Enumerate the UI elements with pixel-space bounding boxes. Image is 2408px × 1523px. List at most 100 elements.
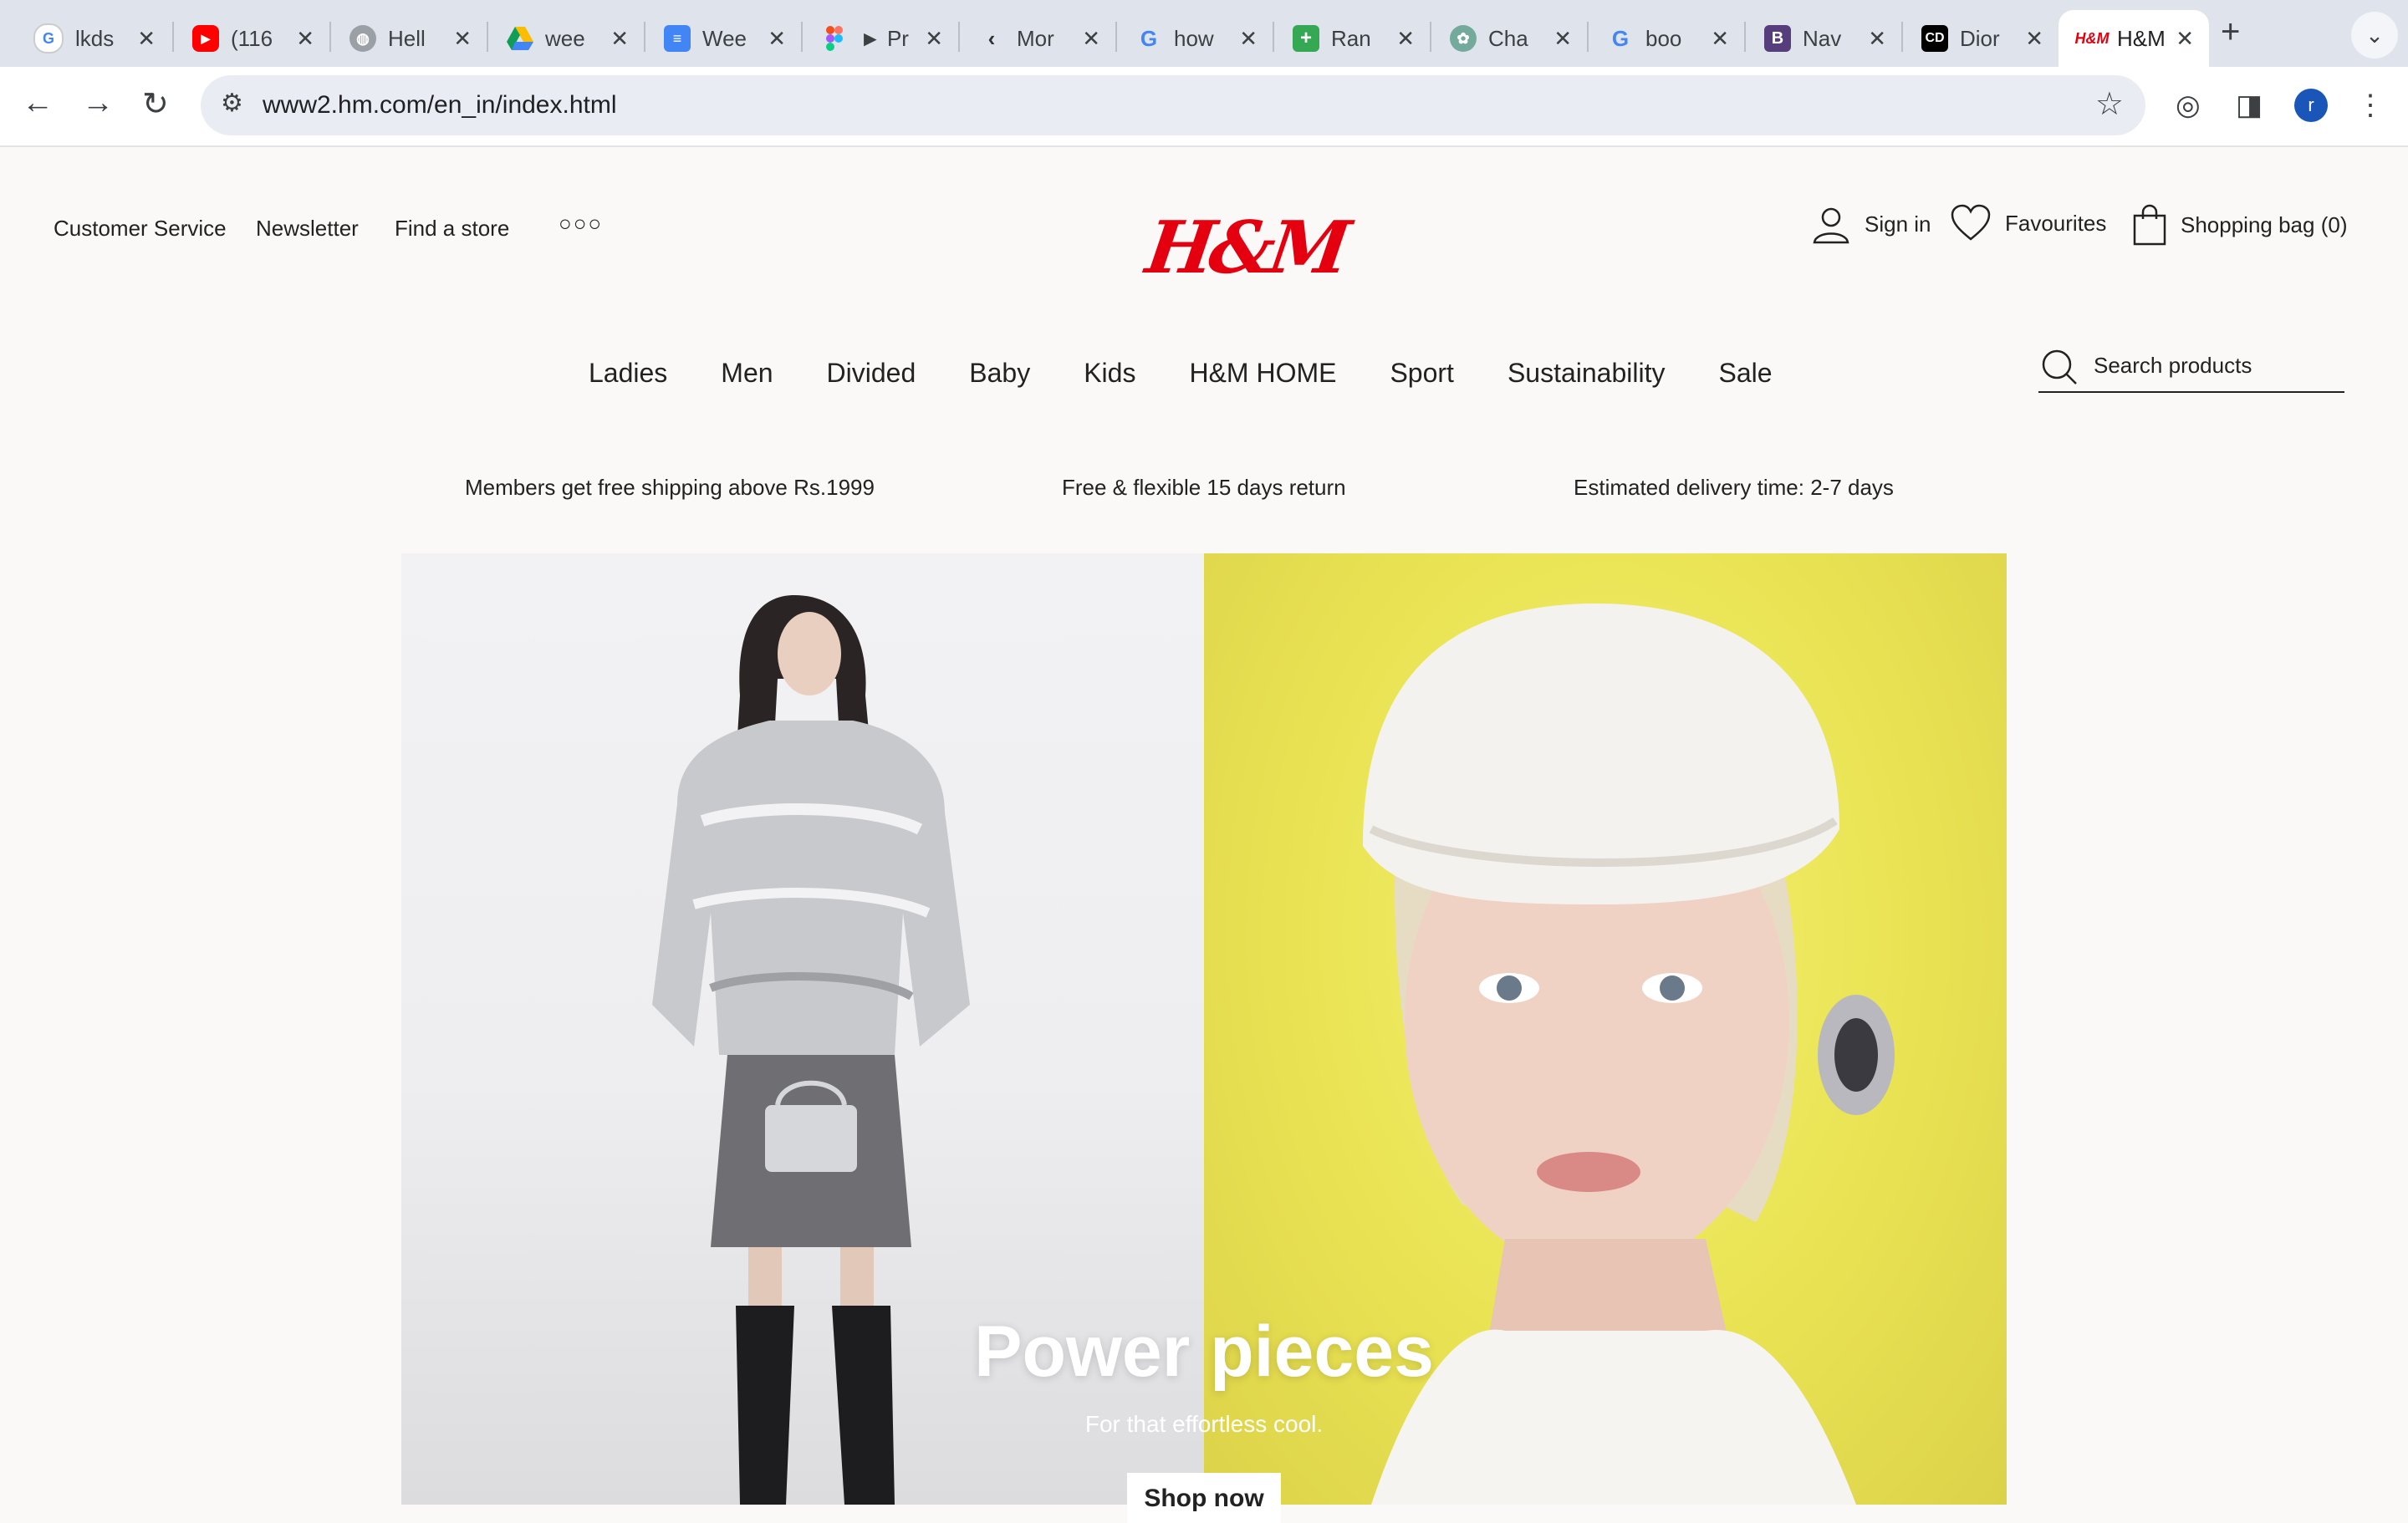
close-tab-icon[interactable]: ✕ (1553, 26, 1572, 52)
close-tab-icon[interactable]: ✕ (610, 26, 629, 52)
tab-title: Nav (1803, 25, 1842, 51)
hero-headline: Power pieces (974, 1312, 1434, 1392)
browser-tab[interactable]: wee ✕ (487, 10, 644, 67)
search-placeholder: Search products (2094, 353, 2252, 378)
tab-title: (116 (231, 25, 273, 51)
google-icon: G (1611, 25, 1630, 51)
find-a-store-link[interactable]: Find a store (395, 216, 509, 242)
user-icon (1813, 207, 1849, 244)
newsletter-link[interactable]: Newsletter (256, 216, 359, 242)
close-tab-icon[interactable]: ✕ (2025, 26, 2043, 52)
close-tab-icon[interactable]: ✕ (1082, 26, 1100, 52)
menu-kebab-icon[interactable]: ⋮ (2356, 89, 2385, 122)
shopping-bag-label: Shopping bag (0) (2181, 211, 2348, 237)
google-icon: G (1140, 25, 1158, 51)
close-tab-icon[interactable]: ✕ (768, 26, 786, 52)
hero-subtitle: For that effortless cool. (1084, 1411, 1324, 1437)
browser-tab-active[interactable]: H&M H&M ✕ (2059, 10, 2209, 67)
close-tab-icon[interactable]: ✕ (453, 26, 472, 52)
close-tab-icon[interactable]: ✕ (2176, 26, 2194, 52)
browser-toolbar: ← → ↻ ⚙ www2.hm.com/en_in/index.html ☆ ◎… (0, 67, 2408, 147)
forward-arrow-icon[interactable]: → (82, 85, 114, 121)
browser-tab[interactable]: G lkds ✕ (13, 10, 171, 67)
nav-item-sustainability[interactable]: Sustainability (1508, 358, 1666, 389)
tab-title: wee (545, 25, 585, 51)
browser-tab[interactable]: ► Pr ✕ (801, 10, 958, 67)
hm-logo[interactable]: H&M (1141, 206, 1350, 290)
customer-service-link[interactable]: Customer Service (54, 216, 227, 242)
monday-icon: ‹ (987, 25, 996, 51)
sign-in-link[interactable]: Sign in (1811, 204, 1931, 244)
search-icon (2042, 349, 2077, 385)
close-tab-icon[interactable]: ✕ (1239, 26, 1258, 52)
close-tab-icon[interactable]: ✕ (296, 26, 314, 52)
profile-avatar[interactable]: r (2294, 89, 2328, 122)
browser-tab[interactable]: ✿ Cha ✕ (1430, 10, 1587, 67)
google-icon: G (33, 23, 64, 53)
extension-icon[interactable]: ◎ (2176, 89, 2201, 122)
side-panel-icon[interactable]: ◨ (2236, 89, 2263, 122)
search-input[interactable]: Search products (2038, 344, 2344, 393)
browser-tab[interactable]: CD Dior ✕ (1901, 10, 2059, 67)
shopping-bag-icon (2133, 204, 2166, 246)
heart-icon (1951, 204, 1991, 241)
figma-icon (821, 25, 848, 52)
hm-icon: H&M (2074, 29, 2110, 47)
close-tab-icon[interactable]: ✕ (925, 26, 943, 52)
close-tab-icon[interactable]: ✕ (1396, 26, 1415, 52)
nav-item-sale[interactable]: Sale (1718, 358, 1772, 389)
shop-now-button[interactable]: Shop now (1127, 1473, 1281, 1523)
browser-tab-strip: G lkds ✕ ▶ (116 ✕ ◍ Hell ✕ wee ✕ ≡ Wee ✕… (0, 0, 2408, 67)
close-tab-icon[interactable]: ✕ (137, 26, 156, 52)
browser-tab[interactable]: G how ✕ (1115, 10, 1273, 67)
browser-tab[interactable]: + Ran ✕ (1273, 10, 1430, 67)
tab-title: boo (1645, 25, 1682, 51)
youtube-icon: ▶ (192, 25, 219, 52)
nav-item-divided[interactable]: Divided (827, 358, 916, 389)
promo-delivery-time: Estimated delivery time: 2-7 days (1574, 475, 1894, 500)
tab-title: Ran (1331, 25, 1371, 51)
favourites-link[interactable]: Favourites (1950, 204, 2106, 242)
tab-title: Wee (702, 25, 747, 51)
tab-search-icon[interactable]: ⌄ (2351, 12, 2398, 59)
url-text[interactable]: www2.hm.com/en_in/index.html (263, 91, 617, 120)
tab-title: ► Pr (860, 25, 909, 51)
google-drive-icon (507, 25, 533, 52)
back-arrow-icon[interactable]: ← (22, 85, 54, 121)
close-tab-icon[interactable]: ✕ (1711, 26, 1729, 52)
shopping-bag-link[interactable]: Shopping bag (0) (2132, 204, 2347, 246)
nav-item-hm-home[interactable]: H&M HOME (1189, 358, 1336, 389)
nav-item-sport[interactable]: Sport (1390, 358, 1453, 389)
google-docs-icon: ≡ (664, 25, 691, 52)
browser-tab[interactable]: ‹ Mor ✕ (958, 10, 1115, 67)
nav-item-kids[interactable]: Kids (1084, 358, 1135, 389)
browser-tab[interactable]: G boo ✕ (1587, 10, 1744, 67)
dior-icon: CD (1921, 25, 1948, 52)
reload-icon[interactable]: ↻ (142, 85, 169, 123)
tab-title: Dior (1960, 25, 2000, 51)
bootstrap-icon: B (1764, 25, 1791, 52)
promo-free-shipping: Members get free shipping above Rs.1999 (465, 475, 875, 500)
more-options-icon[interactable]: ○○○ (559, 211, 603, 237)
globe-icon: ◍ (349, 25, 376, 52)
new-tab-icon[interactable]: + (2221, 13, 2240, 51)
chatgpt-icon: ✿ (1450, 25, 1477, 52)
nav-item-baby[interactable]: Baby (969, 358, 1030, 389)
site-settings-icon[interactable]: ⚙ (221, 89, 243, 118)
nav-item-ladies[interactable]: Ladies (589, 358, 667, 389)
favourites-label: Favourites (2005, 210, 2107, 236)
tab-title: H&M (2117, 25, 2166, 51)
address-bar[interactable]: ⚙ www2.hm.com/en_in/index.html ☆ (201, 75, 2145, 135)
browser-tab[interactable]: ≡ Wee ✕ (644, 10, 801, 67)
tab-title: Hell (388, 25, 426, 51)
browser-tab[interactable]: ▶ (116 ✕ (172, 10, 329, 67)
nav-item-men[interactable]: Men (721, 358, 773, 389)
browser-tab[interactable]: ◍ Hell ✕ (329, 10, 487, 67)
tab-title: Mor (1017, 25, 1054, 51)
tab-title: lkds (75, 25, 115, 51)
tab-title: how (1174, 25, 1214, 51)
browser-tab[interactable]: B Nav ✕ (1744, 10, 1901, 67)
close-tab-icon[interactable]: ✕ (1868, 26, 1886, 52)
bookmark-star-icon[interactable]: ☆ (2095, 85, 2124, 123)
google-sheets-icon: + (1293, 25, 1319, 52)
